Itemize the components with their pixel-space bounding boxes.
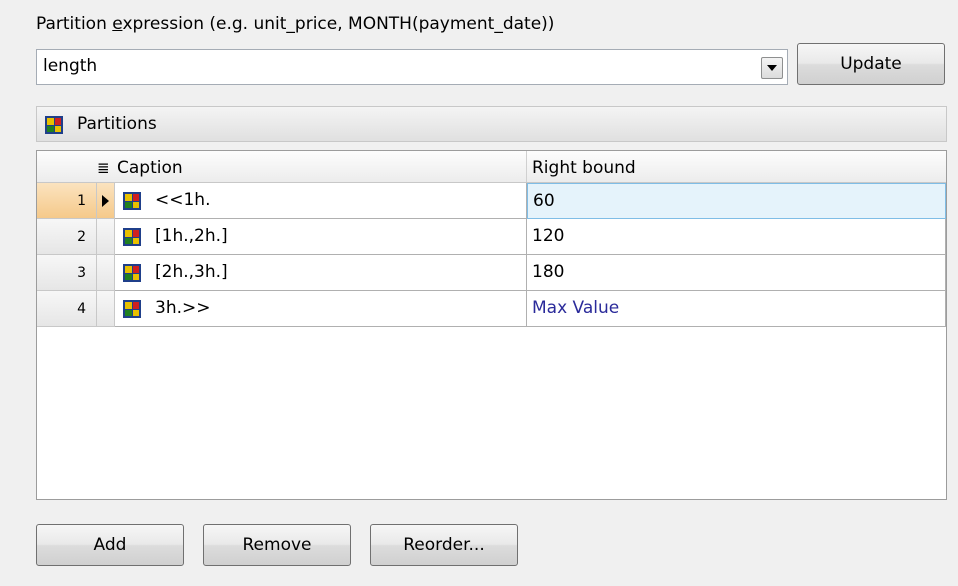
partition-icon: [123, 228, 141, 246]
row-number[interactable]: 2: [37, 219, 97, 255]
remove-button[interactable]: Remove: [203, 524, 351, 566]
partition-icon: [123, 300, 141, 318]
right-bound-cell[interactable]: 60: [527, 183, 946, 219]
right-bound-cell[interactable]: Max Value: [527, 291, 946, 327]
grid-header: ≣ Caption Right bound: [37, 151, 946, 183]
partition-expression-value[interactable]: length: [43, 56, 97, 76]
chevron-down-icon: [767, 65, 777, 71]
row-selector[interactable]: [97, 291, 115, 327]
partitions-grid[interactable]: ≣ Caption Right bound 1 <<1h. 60 2 [1h.,…: [36, 150, 947, 500]
update-button[interactable]: Update: [797, 43, 945, 85]
partitions-section-header: Partitions: [36, 106, 947, 142]
row-number[interactable]: 1: [37, 183, 97, 219]
add-button[interactable]: Add: [36, 524, 184, 566]
reorder-button[interactable]: Reorder...: [370, 524, 518, 566]
column-header-caption[interactable]: Caption: [117, 158, 183, 178]
right-bound-cell[interactable]: 180: [527, 255, 946, 291]
caption-text[interactable]: <<1h.: [155, 190, 210, 210]
partition-expression-label: Partition expression (e.g. unit_price, M…: [36, 14, 555, 34]
row-selector[interactable]: [97, 219, 115, 255]
row-number[interactable]: 4: [37, 291, 97, 327]
column-divider[interactable]: [526, 151, 527, 182]
row-number[interactable]: 3: [37, 255, 97, 291]
column-chooser-icon[interactable]: ≣: [97, 159, 110, 177]
table-row[interactable]: 3 [2h.,3h.] 180: [37, 255, 946, 291]
table-row[interactable]: 4 3h.>> Max Value: [37, 291, 946, 327]
caption-cell[interactable]: 3h.>>: [115, 291, 527, 327]
caption-cell[interactable]: [1h.,2h.]: [115, 219, 527, 255]
caption-text[interactable]: [1h.,2h.]: [155, 226, 228, 246]
partition-expression-combobox[interactable]: length: [36, 49, 788, 85]
table-row[interactable]: 1 <<1h. 60: [37, 183, 946, 219]
dropdown-button[interactable]: [761, 57, 783, 79]
table-row[interactable]: 2 [1h.,2h.] 120: [37, 219, 946, 255]
partition-icon: [123, 192, 141, 210]
caption-text[interactable]: [2h.,3h.]: [155, 262, 228, 282]
partition-icon: [123, 264, 141, 282]
caption-cell[interactable]: <<1h.: [115, 183, 527, 219]
current-row-indicator-icon: [102, 195, 109, 207]
right-bound-cell[interactable]: 120: [527, 219, 946, 255]
partitions-icon: [45, 116, 63, 134]
caption-cell[interactable]: [2h.,3h.]: [115, 255, 527, 291]
caption-text[interactable]: 3h.>>: [155, 298, 210, 318]
column-header-right-bound[interactable]: Right bound: [532, 158, 636, 178]
partitions-section-label: Partitions: [77, 114, 157, 134]
row-selector[interactable]: [97, 255, 115, 291]
row-selector[interactable]: [97, 183, 115, 219]
